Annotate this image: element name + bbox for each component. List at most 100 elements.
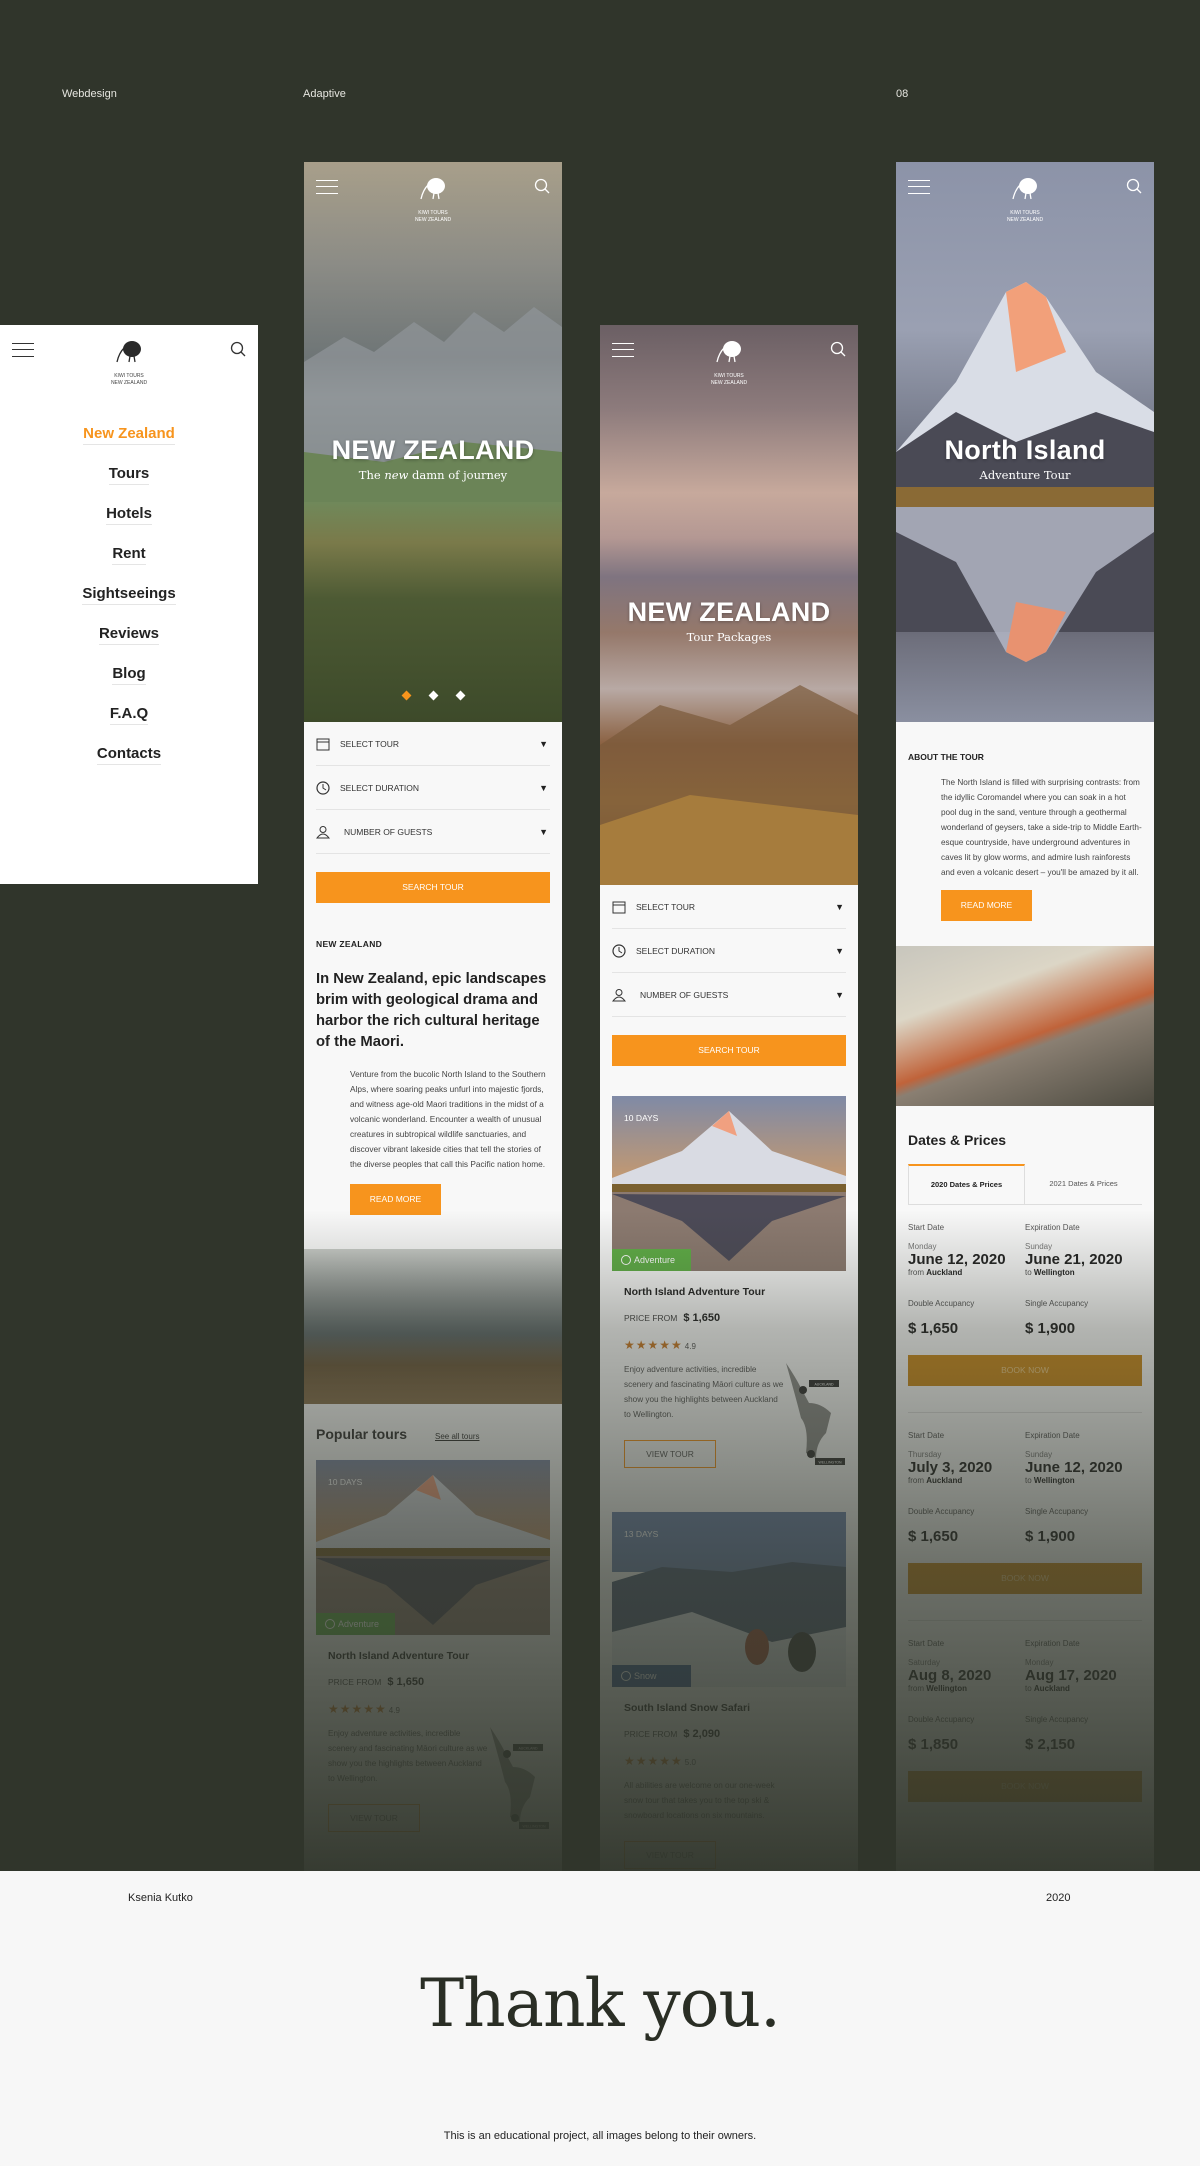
tour-title[interactable]: North Island Adventure Tour [624,1286,846,1298]
tour-card[interactable]: 10 DAYS Adventure North Island Adventure… [316,1460,550,1832]
star-icons: ★★★★★ [624,1338,683,1352]
tour-image: 10 DAYS Adventure [316,1460,550,1635]
end-date: June 21, 2020 [1025,1251,1123,1268]
search-tour-button[interactable]: SEARCH TOUR [316,872,550,903]
caret-down-icon: ▼ [835,945,844,956]
tour-category-badge: Snow [612,1665,691,1687]
menu-item[interactable]: Blog [112,665,146,685]
tour-image: 13 DAYS Snow [612,1512,846,1687]
search-icon[interactable] [534,178,550,194]
tour-price: PRICE FROM $ 1,650 [624,1312,721,1324]
menu-icon[interactable] [316,180,338,194]
star-rating: ★★★★★ 5.0 [624,1754,696,1768]
label-page-number: 08 [896,88,909,100]
year: 2020 [1046,1892,1071,1904]
guests-dropdown[interactable]: NUMBER OF GUESTS ▼ [315,810,550,854]
hero-title: NEW ZEALAND [627,597,831,627]
search-tour-button[interactable]: SEARCH TOUR [612,1035,846,1066]
tour-price: PRICE FROM $ 1,650 [328,1676,425,1688]
view-tour-button[interactable]: VIEW TOUR [624,1440,716,1468]
tour-title[interactable]: South Island Snow Safari [624,1702,846,1714]
book-now-button[interactable]: BOOK NOW [908,1771,1142,1802]
search-icon[interactable] [230,341,246,357]
phone-home: KIWI TOURS NEW ZEALAND NEW ZEALAND The ne… [304,162,562,1871]
read-more-button[interactable]: READ MORE [350,1184,441,1215]
start-date: Aug 8, 2020 [908,1667,992,1684]
hero-banner: KIWI TOURS NEW ZEALAND NEW ZEALAND Tour P… [600,325,858,885]
landscape-image [600,685,858,885]
double-price: $ 1,650 [908,1320,959,1337]
view-tour-button[interactable]: VIEW TOUR [328,1804,420,1832]
search-icon[interactable] [830,341,846,357]
year-tabs: 2020 Dates & Prices 2021 Dates & Prices [908,1164,1142,1205]
popular-tours-title: Popular tours [316,1426,408,1442]
carousel-dot[interactable] [428,690,438,701]
svg-text:WELLINGTON: WELLINGTON [818,1461,842,1465]
guests-dropdown[interactable]: NUMBER OF GUESTS ▼ [611,973,846,1017]
caret-down-icon: ▼ [539,738,548,749]
tour-category-badge: Adventure [316,1613,395,1635]
hero-banner: KIWI TOURS NEW ZEALAND NEW ZEALAND The ne… [304,162,562,722]
hero-subtitle: The new damn of journey [358,468,508,482]
menu-icon[interactable] [908,180,930,194]
double-price: $ 1,650 [908,1528,959,1545]
menu-item[interactable]: Contacts [96,745,162,765]
menu-item[interactable]: Hotels [106,505,152,525]
tour-description: All abilities are welcome on our one-wee… [624,1781,775,1820]
read-more-button[interactable]: READ MORE [941,890,1032,921]
start-date: July 3, 2020 [908,1459,993,1476]
single-price: $ 1,900 [1025,1320,1076,1337]
date-price-entry: Start Date Saturday Aug 8, 2020 from Wellin… [908,1620,1142,1802]
carousel-dots [304,686,562,704]
double-price: $ 1,850 [908,1736,959,1753]
tour-description: Enjoy adventure activities, incredible s… [328,1729,488,1783]
phone-tour-detail: KIWI TOURS NEW ZEALAND North Island Adven… [896,162,1154,1871]
clock-icon [612,943,626,958]
hot-spring-image [896,946,1154,1106]
caret-down-icon: ▼ [835,989,844,1000]
tour-card[interactable]: 10 DAYS Adventure North Island Adventure… [612,1096,846,1468]
menu-icon[interactable] [612,343,634,357]
about-paragraph: The North Island is filled with surprisi… [941,778,1142,877]
section-label: NEW ZEALAND [316,939,383,949]
tab-2020[interactable]: 2020 Dates & Prices [908,1164,1025,1204]
menu-item[interactable]: Rent [112,545,146,565]
presentation-board: Webdesign Adaptive 08 KIWI TOURS NEW ZEAL… [0,0,1200,1871]
star-icons: ★★★★★ [624,1754,683,1768]
menu-icon[interactable] [12,343,34,357]
select-duration-dropdown[interactable]: SELECT DURATION ▼ [612,929,846,973]
menu-item[interactable]: F.A.Q [109,705,149,725]
kiwi-logo-icon [418,174,448,209]
carousel-dot[interactable] [401,690,411,701]
menu-item[interactable]: New Zealand [83,425,175,445]
hero-banner: KIWI TOURS NEW ZEALAND North Island Adven… [896,162,1154,722]
tour-title[interactable]: North Island Adventure Tour [328,1650,550,1662]
phone-tours: KIWI TOURS NEW ZEALAND NEW ZEALAND Tour P… [600,325,858,1871]
author-name: Ksenia Kutko [128,1892,193,1904]
caret-down-icon: ▼ [539,826,548,837]
label-adaptive: Adaptive [303,88,346,100]
tour-price: PRICE FROM $ 2,090 [624,1728,721,1740]
label-webdesign: Webdesign [62,88,117,100]
disclaimer: This is an educational project, all imag… [443,2130,757,2142]
carousel-dot[interactable] [455,690,465,701]
menu-item[interactable]: Reviews [98,625,160,645]
book-now-button[interactable]: BOOK NOW [908,1563,1142,1594]
volcano-image [896,282,1154,662]
see-all-tours-link[interactable]: See all tours [435,1432,479,1441]
date-price-entry: Start Date Monday June 12, 2020 from Auckla… [908,1205,1142,1386]
select-tour-dropdown[interactable]: SELECT TOUR ▼ [316,722,550,766]
view-tour-button[interactable]: VIEW TOUR [624,1841,716,1869]
book-now-button[interactable]: BOOK NOW [908,1355,1142,1386]
select-tour-dropdown[interactable]: SELECT TOUR ▼ [612,885,846,929]
tour-card[interactable]: 13 DAYS Snow South Island Snow Safari PR… [612,1512,846,1869]
search-icon[interactable] [1126,178,1142,194]
menu-item[interactable]: Tours [108,465,150,485]
tab-2021[interactable]: 2021 Dates & Prices [1025,1164,1142,1204]
route-map: AUCKLAND WELLINGTON [786,1363,845,1465]
select-duration-dropdown[interactable]: SELECT DURATION ▼ [316,766,550,810]
star-icons: ★★★★★ [328,1702,387,1716]
menu-item[interactable]: Sightseeings [82,585,176,605]
section-heading: In New Zealand, epic landscapes brim wit… [316,971,547,1050]
kiwi-logo-icon [1010,174,1040,209]
